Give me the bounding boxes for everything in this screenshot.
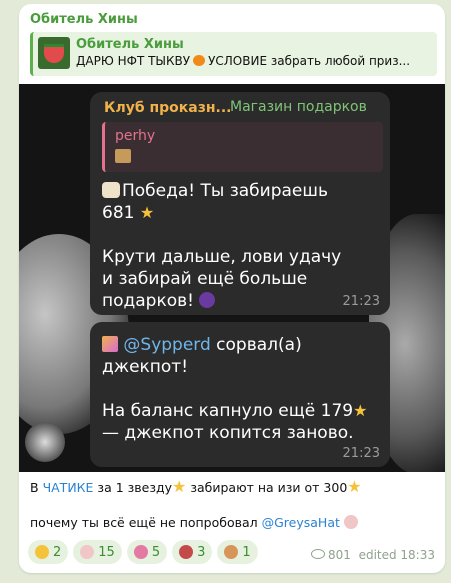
- reaction-star[interactable]: 2: [28, 540, 69, 564]
- party-icon: [102, 182, 120, 198]
- win-text: Победа! Ты забираешь 681 ★ Крути дальше,…: [102, 181, 342, 311]
- forwarded-quote[interactable]: Обитель Хины ДАРЮ НФТ ТЫКВУ УСЛОВИЕ забра…: [30, 32, 437, 76]
- edited-label: edited 18:33: [358, 548, 435, 562]
- pumpkin-icon: [193, 55, 206, 66]
- slot-machine-icon: [115, 149, 131, 163]
- sender-tag: Магазин подарков: [230, 99, 367, 115]
- chat-link[interactable]: ЧАТИКЕ: [43, 480, 94, 495]
- watermelon-icon: [44, 43, 64, 63]
- sender-name: Клуб проказн...: [104, 100, 232, 116]
- reaction-hand[interactable]: 15: [73, 540, 122, 564]
- reply-preview: perhy: [102, 122, 383, 172]
- berry-icon: [199, 292, 216, 308]
- star-icon: ★: [353, 401, 368, 420]
- jackpot-message-card: @Sypperd сорвал(а) джекпот! На баланс ка…: [90, 322, 390, 467]
- views-icon: [311, 549, 326, 559]
- hand-icon: [80, 545, 95, 559]
- jackpot-text: @Sypperd сорвал(а) джекпот! На баланс ка…: [102, 335, 368, 443]
- media-image[interactable]: Клуб проказн... Магазин подарков perhy П…: [19, 84, 445, 472]
- quote-thumbnail: [38, 37, 70, 69]
- win-message-card: Клуб проказн... Магазин подарков perhy П…: [90, 92, 390, 315]
- message-time: 21:23: [342, 294, 380, 309]
- message-meta: 801 edited 18:33: [311, 548, 435, 562]
- confetti-icon: [102, 336, 118, 352]
- hand-icon: [343, 515, 358, 529]
- reactions-bar: 2 15 5 3 1: [28, 540, 258, 564]
- channel-title[interactable]: Обитель Хины: [30, 12, 138, 27]
- user-mention-link[interactable]: @GreysaHat: [262, 515, 340, 530]
- star-icon: ★: [347, 477, 362, 496]
- quote-text: ДАРЮ НФТ ТЫКВУ УСЛОВИЕ забрать любой приз…: [76, 54, 411, 68]
- star-icon: ★: [139, 203, 155, 222]
- character-icon: [179, 545, 194, 559]
- star-icon: [35, 545, 49, 559]
- figure-icon: [224, 545, 239, 559]
- message-bubble[interactable]: Обитель Хины Обитель Хины ДАРЮ НФТ ТЫКВУ…: [19, 4, 445, 573]
- message-time: 21:23: [342, 446, 380, 461]
- reaction-figure[interactable]: 1: [217, 540, 258, 564]
- reaction-face[interactable]: 5: [126, 540, 168, 564]
- reaction-character[interactable]: 3: [172, 540, 213, 564]
- quote-title: Обитель Хины: [76, 37, 184, 52]
- views-count: 801: [328, 548, 351, 562]
- anime-art-bottom: [25, 422, 65, 462]
- post-caption: В ЧАТИКЕ за 1 звезду★ забирают на изи от…: [30, 477, 362, 531]
- face-icon: [133, 545, 148, 559]
- star-icon: ★: [172, 477, 187, 496]
- reply-name: perhy: [115, 128, 156, 144]
